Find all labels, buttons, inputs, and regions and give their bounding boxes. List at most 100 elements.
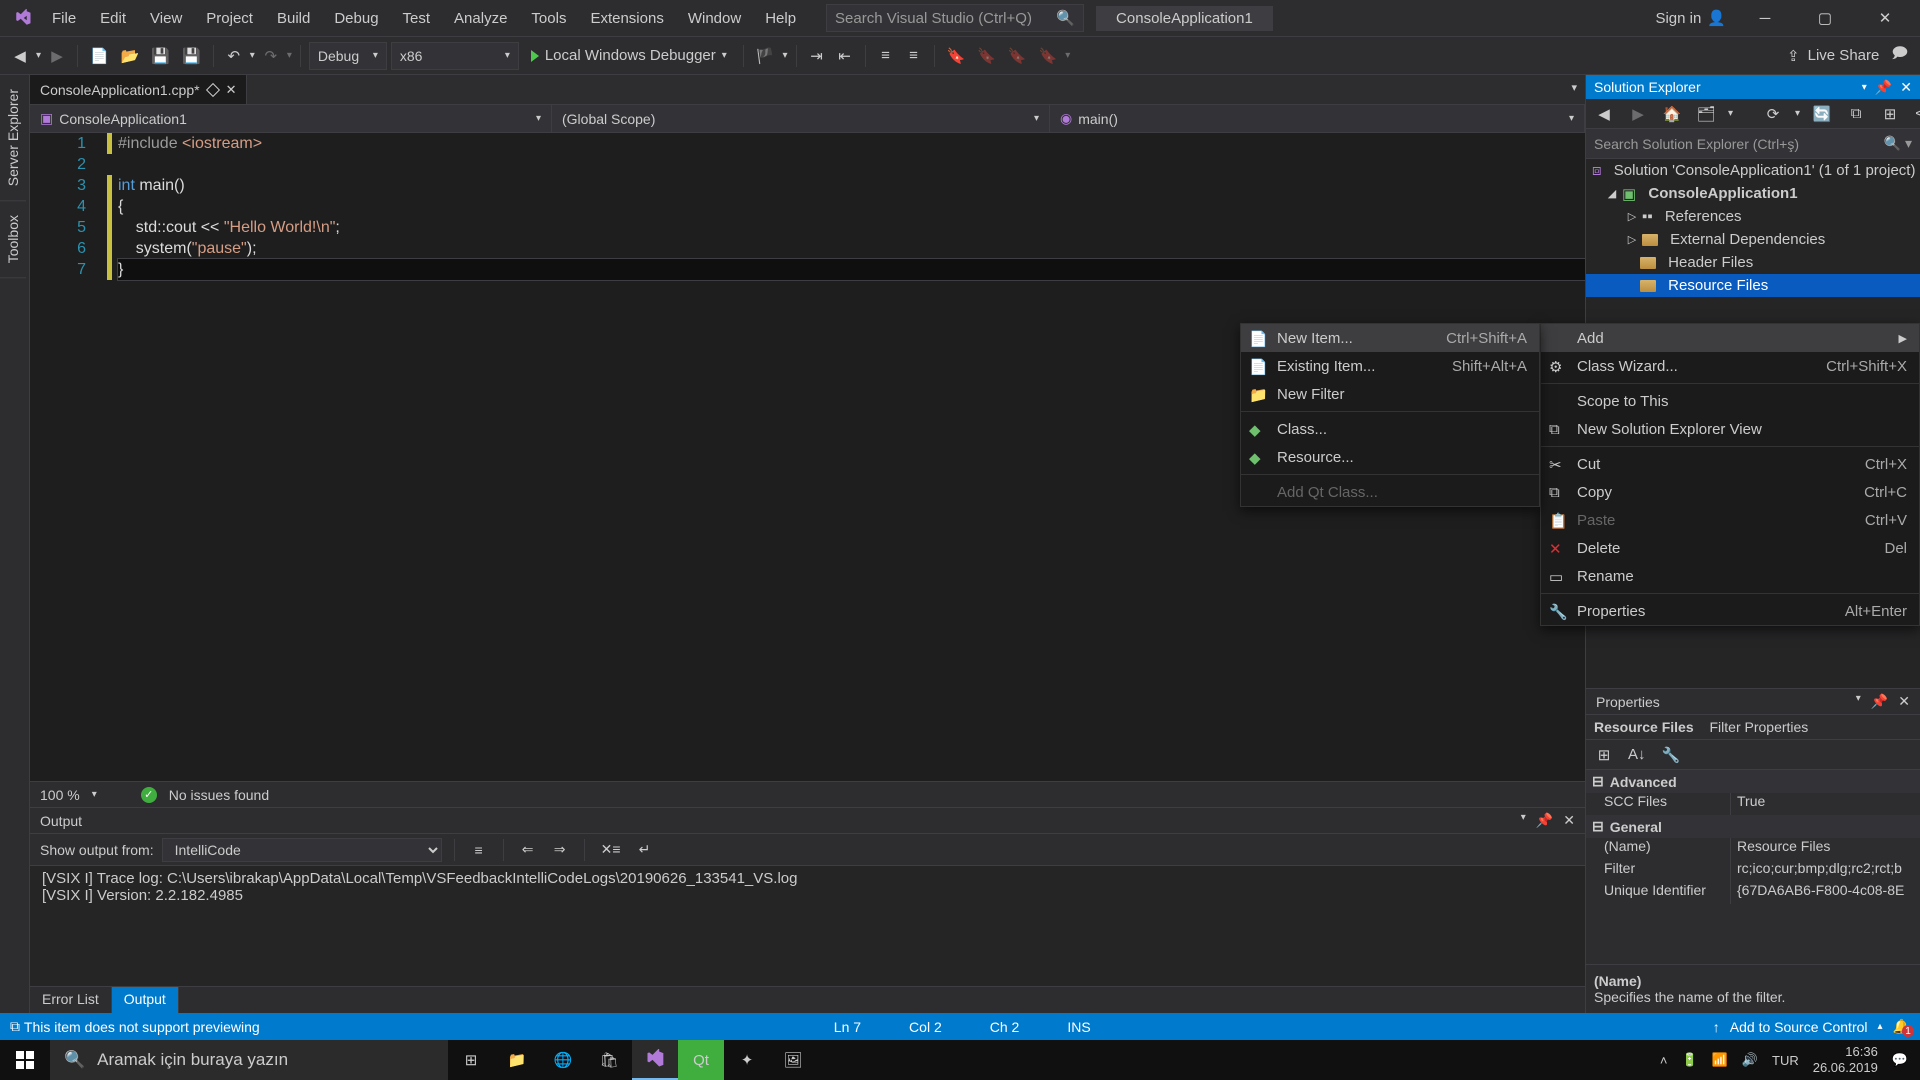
open-button[interactable]: 📂 — [117, 42, 144, 70]
close-tab-icon[interactable]: ✕ — [226, 82, 237, 98]
menu-build[interactable]: Build — [265, 4, 322, 33]
store-icon[interactable]: 🛍 — [586, 1040, 632, 1080]
forward-button[interactable]: ▶ — [45, 42, 69, 70]
se-collapse-icon[interactable]: ⧉ — [1844, 100, 1868, 128]
prop-cat-icon[interactable]: ⊞ — [1592, 741, 1616, 769]
output-dropdown-icon[interactable]: ▾ — [1521, 812, 1526, 829]
se-showall-icon[interactable]: ⊞ — [1878, 100, 1902, 128]
output-pin-icon[interactable]: 📌 — [1536, 812, 1553, 829]
search-input[interactable]: Search Visual Studio (Ctrl+Q) 🔍 — [826, 4, 1084, 32]
tree-header-files[interactable]: Header Files — [1586, 251, 1920, 274]
task-view-icon[interactable]: ⊞ — [448, 1040, 494, 1080]
output-tab[interactable]: Output — [112, 987, 179, 1013]
toolbox-tab[interactable]: Toolbox — [0, 201, 26, 278]
wifi-icon[interactable]: 📶 — [1712, 1052, 1728, 1068]
taskbar-search[interactable]: 🔍Aramak için buraya yazın — [50, 1040, 448, 1080]
ctx-delete[interactable]: ✕DeleteDel — [1541, 534, 1919, 562]
tree-references[interactable]: ▷▪▪ References — [1586, 205, 1920, 228]
nav-member[interactable]: ◉main()▾ — [1050, 105, 1585, 132]
tray-chevron-icon[interactable]: ˄ — [1660, 1053, 1668, 1068]
tb-icon-8[interactable]: 🔖 — [1035, 42, 1062, 70]
se-search-input[interactable]: Search Solution Explorer (Ctrl+ş) 🔍 ▾ — [1586, 129, 1920, 159]
prop-dropdown-icon[interactable]: ▾ — [1856, 693, 1861, 710]
menu-debug[interactable]: Debug — [322, 4, 390, 33]
tb-icon-5[interactable]: ≡ — [902, 42, 926, 70]
menu-analyze[interactable]: Analyze — [442, 4, 519, 33]
ctx-add[interactable]: Add▶ — [1541, 324, 1919, 352]
ctx-rename[interactable]: ▭Rename — [1541, 562, 1919, 590]
undo-button[interactable]: ↶ — [222, 42, 246, 70]
menu-test[interactable]: Test — [391, 4, 443, 33]
battery-icon[interactable]: 🔋 — [1681, 1052, 1697, 1068]
run-button[interactable]: Local Windows Debugger ▾ — [523, 41, 735, 71]
app-icon-1[interactable]: ✦ — [724, 1040, 770, 1080]
qt-icon[interactable]: Qt — [678, 1040, 724, 1080]
ctx-new-view[interactable]: ⧉New Solution Explorer View — [1541, 415, 1919, 443]
se-dropdown-icon[interactable]: ▾ — [1862, 82, 1867, 93]
back-button[interactable]: ◀ — [8, 42, 32, 70]
minimize-button[interactable]: ─ — [1744, 3, 1786, 33]
menu-extensions[interactable]: Extensions — [578, 4, 675, 33]
platform-dropdown[interactable]: x86▾ — [391, 42, 519, 70]
se-sync-icon[interactable]: ⟳ — [1761, 100, 1785, 128]
se-fwd-icon[interactable]: ▶ — [1626, 100, 1650, 128]
ctx-existing-item[interactable]: 📄Existing Item...Shift+Alt+A — [1241, 352, 1539, 380]
ctx-resource[interactable]: ◆Resource... — [1241, 443, 1539, 471]
se-code-icon[interactable]: <> — [1912, 100, 1920, 128]
ctx-new-filter[interactable]: 📁New Filter — [1241, 380, 1539, 408]
prop-close-icon[interactable]: ✕ — [1898, 693, 1910, 710]
se-close-icon[interactable]: ✕ — [1900, 79, 1912, 96]
tb-icon-7[interactable]: 🔖 — [1004, 42, 1031, 70]
sign-in-button[interactable]: Sign in 👤 — [1655, 9, 1726, 27]
chrome-icon[interactable]: 🌐 — [540, 1040, 586, 1080]
tb-icon-3[interactable]: ⇤ — [833, 42, 857, 70]
error-list-tab[interactable]: Error List — [30, 987, 112, 1013]
redo-button[interactable]: ↷ — [259, 42, 283, 70]
config-dropdown[interactable]: Debug▾ — [309, 42, 387, 70]
menu-help[interactable]: Help — [753, 4, 808, 33]
ctx-cut[interactable]: ✂CutCtrl+X — [1541, 450, 1919, 478]
ctx-scope[interactable]: Scope to This — [1541, 387, 1919, 415]
save-button[interactable]: 💾 — [147, 42, 174, 70]
volume-icon[interactable]: 🔊 — [1742, 1052, 1758, 1068]
save-all-button[interactable]: 💾 — [178, 42, 205, 70]
pin-icon[interactable] — [205, 82, 219, 96]
nav-project[interactable]: ▣ConsoleApplication1▾ — [30, 105, 552, 132]
action-center-icon[interactable]: 💬 — [1892, 1052, 1908, 1068]
menu-project[interactable]: Project — [194, 4, 265, 33]
out-btn-3[interactable]: ⇒ — [548, 836, 572, 864]
notification-icon[interactable]: 🔔 — [1893, 1018, 1910, 1035]
source-control-button[interactable]: Add to Source Control — [1730, 1019, 1868, 1035]
start-button[interactable] — [0, 1040, 50, 1080]
output-body[interactable]: [VSIX I] Trace log: C:\Users\ibrakap\App… — [30, 866, 1585, 986]
tb-icon-2[interactable]: ⇥ — [805, 42, 829, 70]
out-btn-2[interactable]: ⇐ — [516, 836, 540, 864]
ctx-new-item[interactable]: 📄New Item...Ctrl+Shift+A — [1241, 324, 1539, 352]
se-pin-icon[interactable]: 📌 — [1875, 79, 1892, 96]
out-btn-1[interactable]: ≡ — [467, 836, 491, 864]
out-btn-4[interactable]: ✕≡ — [597, 836, 625, 864]
prop-pin-icon[interactable]: 📌 — [1871, 693, 1888, 710]
tree-project[interactable]: ◢▣ ConsoleApplication1 — [1586, 182, 1920, 205]
output-close-icon[interactable]: ✕ — [1563, 812, 1575, 829]
menu-edit[interactable]: Edit — [88, 4, 138, 33]
property-grid[interactable]: ⊟Advanced SCC FilesTrue ⊟General (Name)R… — [1586, 770, 1920, 964]
output-source-dropdown[interactable]: IntelliCode — [162, 838, 442, 862]
se-back-icon[interactable]: ◀ — [1592, 100, 1616, 128]
tree-solution[interactable]: ⧈ Solution 'ConsoleApplication1' (1 of 1… — [1586, 159, 1920, 182]
explorer-icon[interactable]: 📁 — [494, 1040, 540, 1080]
se-switch-icon[interactable]: 🗂 — [1694, 100, 1718, 128]
language-indicator[interactable]: TUR — [1772, 1053, 1799, 1068]
new-project-button[interactable]: 📄 — [86, 42, 113, 70]
menu-file[interactable]: File — [40, 4, 88, 33]
ctx-class[interactable]: ◆Class... — [1241, 415, 1539, 443]
close-button[interactable]: ✕ — [1864, 3, 1906, 33]
feedback-button[interactable]: 🗩 — [1887, 42, 1912, 70]
bookmark-button[interactable]: 🔖 — [943, 42, 970, 70]
menu-window[interactable]: Window — [676, 4, 753, 33]
se-home-icon[interactable]: 🏠 — [1660, 100, 1684, 128]
se-refresh-icon[interactable]: 🔄 — [1810, 100, 1834, 128]
tb-icon-6[interactable]: 🔖 — [973, 42, 1000, 70]
prop-az-icon[interactable]: A↓ — [1624, 741, 1650, 769]
menu-view[interactable]: View — [138, 4, 194, 33]
